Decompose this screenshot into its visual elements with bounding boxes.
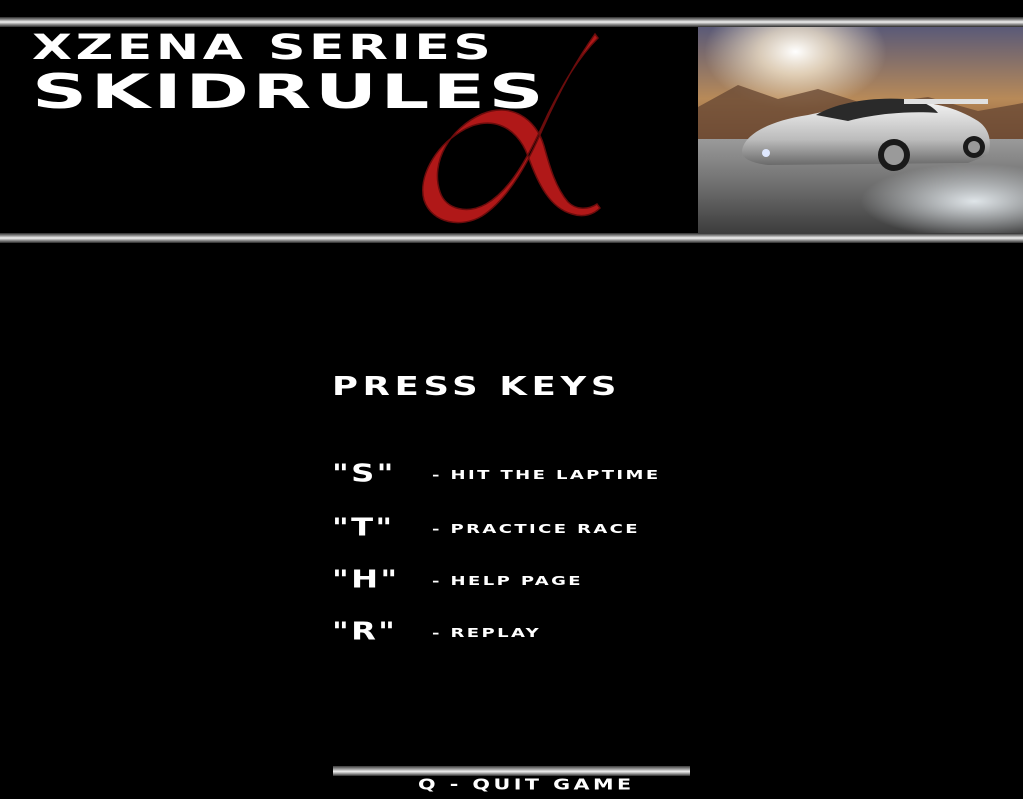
menu-key-label: "R" — [332, 616, 398, 646]
menu-key-label: "S" — [332, 458, 396, 488]
quit-game-option[interactable]: Q - QUIT GAME — [418, 776, 635, 794]
header-bottom-chrome-bar — [0, 233, 1023, 243]
race-car-banner-image — [698, 27, 1023, 233]
alpha-logo-icon — [422, 32, 601, 224]
menu-key-label: "T" — [332, 512, 395, 542]
menu-action-label: - HIT THE LAPTIME — [432, 467, 661, 483]
header-top-chrome-bar — [0, 17, 1023, 27]
menu-action-label: - REPLAY — [432, 625, 542, 641]
menu-action-label: - HELP PAGE — [432, 573, 583, 589]
menu-key-label: "H" — [332, 564, 400, 594]
menu-action-label: - PRACTICE RACE — [432, 521, 640, 537]
press-keys-heading: PRESS KEYS — [332, 372, 622, 402]
game-menu-screen: XZENA SERIES SKIDRULES PRESS KEYS "S" - … — [0, 0, 1023, 799]
quit-chrome-bar — [333, 766, 690, 776]
